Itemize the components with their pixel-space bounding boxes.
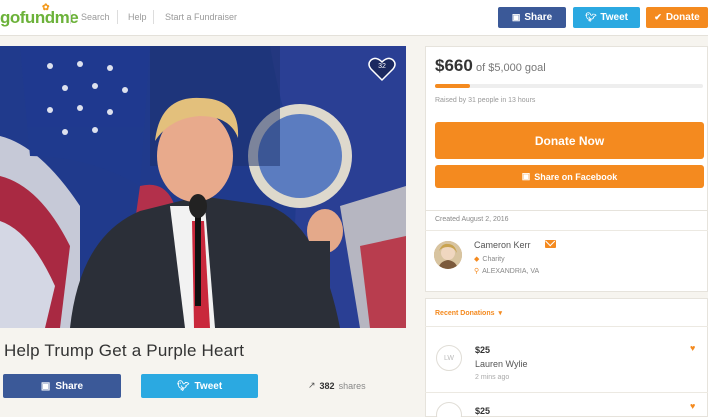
nav-divider <box>70 10 71 24</box>
heart-icon[interactable]: ♥ <box>690 401 695 411</box>
campaign-share-label: Share <box>55 380 84 392</box>
header-tweet-button[interactable]: 🐦︎ Tweet <box>573 7 640 28</box>
donation-time: 2 mins ago <box>475 374 510 381</box>
trending-icon: ↗ <box>308 380 316 390</box>
twitter-icon: 🐦︎ <box>176 380 190 392</box>
campaign-title: Help Trump Get a Purple Heart <box>4 341 245 360</box>
campaign-tweet-label: Tweet <box>194 380 223 392</box>
goal-amount: of $5,000 goal <box>476 62 546 74</box>
logo-text: gofundme <box>0 8 79 27</box>
amount-raised: $660 <box>435 56 473 75</box>
checkmark-icon: ✔ <box>654 12 662 22</box>
created-date: Created August 2, 2016 <box>435 216 509 223</box>
facebook-icon: ▣ <box>511 12 521 22</box>
header-tweet-label: Tweet <box>600 12 629 23</box>
divider <box>425 230 708 231</box>
campaign-photo <box>0 46 406 328</box>
top-header: gofundme ✿ Search Help Start a Fundraise… <box>0 0 708 36</box>
header-share-button[interactable]: ▣ Share <box>498 7 566 28</box>
location-label: ALEXANDRIA, VA <box>482 267 540 275</box>
nav-help[interactable]: Help <box>128 12 147 22</box>
facebook-icon: ▣ <box>40 380 51 392</box>
donor-avatar: LW <box>436 345 462 371</box>
divider <box>425 392 708 393</box>
category-label: Charity <box>482 255 505 263</box>
progress-fill <box>435 84 471 88</box>
organizer-avatar[interactable] <box>434 241 462 269</box>
progress-bar <box>435 84 703 88</box>
raised-by-text: Raised by 31 people in 13 hours <box>435 97 536 104</box>
donation-amount: $25 <box>475 406 491 416</box>
chevron-down-icon: ▾ <box>498 310 503 317</box>
share-on-facebook-button[interactable]: ▣ Share on Facebook <box>435 165 704 188</box>
share-count-label: shares <box>338 380 366 391</box>
facebook-icon: ▣ <box>521 171 531 181</box>
avatar-photo <box>434 241 462 269</box>
nav-divider <box>153 10 154 24</box>
location-pin-icon: ⚲ <box>474 268 480 275</box>
share-on-facebook-label: Share on Facebook <box>534 171 618 182</box>
share-count-number: 382 <box>319 380 335 391</box>
donate-now-button[interactable]: Donate Now <box>435 122 704 159</box>
header-donate-label: Donate <box>665 12 700 23</box>
divider <box>425 326 708 327</box>
mail-icon[interactable] <box>545 240 556 248</box>
tag-icon: ◆ <box>474 256 480 263</box>
share-count: ↗ 382 shares <box>308 380 366 391</box>
campaign-tweet-button[interactable]: 🐦︎ Tweet <box>141 374 258 398</box>
heart-icon[interactable]: ♥ <box>690 343 695 353</box>
twitter-icon: 🐦︎ <box>584 12 597 22</box>
header-share-label: Share <box>524 12 553 23</box>
header-donate-button[interactable]: ✔ Donate <box>646 7 708 28</box>
donor-name: Lauren Wylie <box>475 359 528 369</box>
recent-donations-tab[interactable]: Recent Donations ▾ <box>435 309 503 318</box>
nav-start-fundraiser[interactable]: Start a Fundraiser <box>165 12 237 22</box>
organizer-location: ⚲ ALEXANDRIA, VA <box>474 267 540 276</box>
logo-flower-icon: ✿ <box>42 2 50 12</box>
campaign-share-button[interactable]: ▣ Share <box>3 374 121 398</box>
organizer-category: ◆ Charity <box>474 255 505 264</box>
donation-amount: $25 <box>475 345 491 355</box>
campaign-image: 32 <box>0 46 406 328</box>
gofundme-logo[interactable]: gofundme ✿ <box>0 2 79 28</box>
heart-count: 32 <box>378 63 386 70</box>
nav-divider <box>117 10 118 24</box>
organizer-name[interactable]: Cameron Kerr <box>474 240 531 250</box>
nav-search[interactable]: Search <box>81 12 110 22</box>
recent-donations-label: Recent Donations <box>435 309 495 317</box>
